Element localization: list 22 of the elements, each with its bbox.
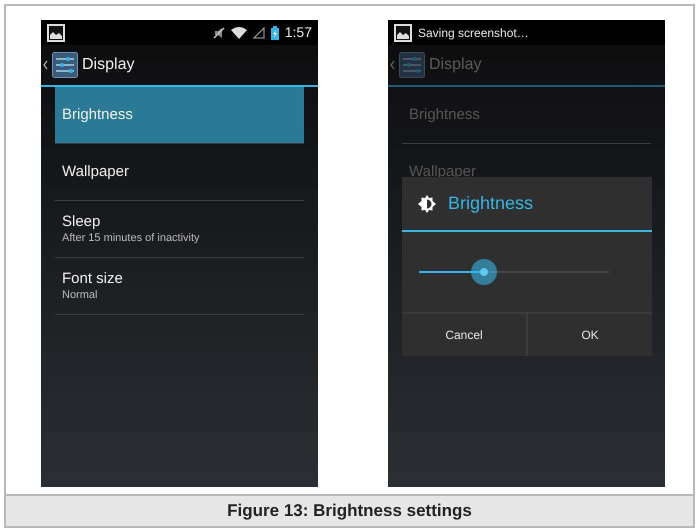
sliders-icon xyxy=(399,52,425,78)
image-icon xyxy=(394,24,412,42)
slider-thumb[interactable] xyxy=(470,259,497,285)
settings-item[interactable]: Font size Normal xyxy=(55,258,304,315)
settings-item[interactable]: Sleep After 15 minutes of inactivity xyxy=(55,201,304,258)
sliders-icon xyxy=(52,52,78,78)
dialog-button[interactable]: OK xyxy=(526,314,652,356)
settings-item[interactable]: Brightness xyxy=(55,87,304,144)
dialog-button[interactable]: Cancel xyxy=(402,314,526,356)
notification-ticker: Saving screenshot… xyxy=(418,24,529,42)
image-icon xyxy=(47,24,65,42)
wifi-icon xyxy=(230,26,247,38)
figure-caption: Figure 13: Brightness settings xyxy=(227,500,472,522)
screen-title: Display xyxy=(82,55,134,75)
back-caret-icon[interactable] xyxy=(43,60,48,70)
clock-time: 1:57 xyxy=(284,23,312,42)
brightness-icon xyxy=(418,194,436,212)
signal-icon xyxy=(252,26,265,38)
muted-speaker-icon xyxy=(212,26,225,38)
screen-title: Display xyxy=(429,55,482,75)
settings-item[interactable]: Wallpaper xyxy=(55,144,304,201)
battery-icon xyxy=(270,26,279,40)
